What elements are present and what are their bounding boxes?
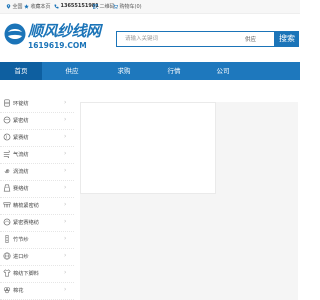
category-item[interactable]: 竹节纱 › xyxy=(0,231,74,249)
category-item[interactable]: 紧密纺 › xyxy=(0,112,74,130)
category-label: 精梳紧密纺 xyxy=(13,203,39,209)
yarn-cone-icon xyxy=(3,184,11,192)
category-item[interactable]: 气流纺 › xyxy=(0,146,74,164)
category-label: 棉花 xyxy=(13,288,24,294)
category-item[interactable]: 紧密赛络纺 › xyxy=(0,214,74,232)
top-bar: 全国 收藏本页 13655151981 二维码 购物车(0) xyxy=(0,0,300,14)
cart-link[interactable]: 购物车(0) xyxy=(113,3,142,10)
qrcode-link[interactable]: 二维码 xyxy=(93,3,115,10)
location-label: 全国 xyxy=(12,4,23,10)
comb-icon xyxy=(3,201,11,209)
chevron-right-icon: › xyxy=(64,201,67,208)
vortex-icon xyxy=(3,167,11,175)
category-label: 气流纺 xyxy=(13,152,29,158)
star-icon xyxy=(24,4,29,9)
search-input[interactable] xyxy=(117,32,225,46)
category-label: 竹节纱 xyxy=(13,237,29,243)
nav-purchase[interactable]: 求购 xyxy=(104,62,144,80)
banner-area xyxy=(80,102,216,194)
globe-icon xyxy=(3,252,11,260)
bookmark-link[interactable]: 收藏本页 xyxy=(24,3,51,10)
category-label: 棉纺下脚料 xyxy=(13,271,39,277)
qrcode-icon xyxy=(93,4,98,9)
category-label: 紧赛纺 xyxy=(13,135,29,141)
category-item[interactable]: 紧赛纺 › xyxy=(0,129,74,147)
airflow-icon xyxy=(3,150,11,158)
chevron-right-icon: › xyxy=(64,235,67,242)
yarn-ball-icon xyxy=(3,218,11,226)
bamboo-icon xyxy=(3,235,11,243)
yarn-ball-icon xyxy=(3,133,11,141)
chevron-right-icon: › xyxy=(64,286,67,293)
chevron-right-icon: › xyxy=(64,218,67,225)
location-icon xyxy=(6,4,11,9)
nav-home[interactable]: 首页 xyxy=(0,62,42,80)
category-sidebar: 环锭纺 › 紧密纺 › 紧赛纺 › 气流纺 › 涡流纺 › 赛络纺 › 精梳紧密… xyxy=(0,95,74,300)
chevron-right-icon: › xyxy=(64,99,67,106)
search-button[interactable]: 搜索 xyxy=(275,31,299,47)
category-item[interactable]: 赛络纺 › xyxy=(0,180,74,198)
chevron-right-icon: › xyxy=(64,150,67,157)
shirt-icon xyxy=(3,269,11,277)
main-content xyxy=(80,102,298,300)
nav-company[interactable]: 公司 xyxy=(203,62,243,80)
nav-supply[interactable]: 供应 xyxy=(52,62,92,80)
chevron-right-icon: › xyxy=(64,116,67,123)
location-link[interactable]: 全国 xyxy=(6,3,23,10)
site-logo[interactable]: 顺风纱线网 1619619.COM xyxy=(4,19,104,55)
category-item[interactable]: 棉纺下脚料 › xyxy=(0,265,74,283)
logo-swirl-icon xyxy=(4,23,26,45)
category-label: 进口纱 xyxy=(13,254,29,260)
cotton-flower-icon xyxy=(3,286,11,294)
category-item[interactable]: 棉花 › xyxy=(0,282,74,300)
category-label: 紧密纺 xyxy=(13,118,29,124)
yarn-ball-icon xyxy=(3,116,11,124)
logo-text: 顺风纱线网 xyxy=(28,22,101,40)
category-label: 紧密赛络纺 xyxy=(13,220,39,226)
chevron-right-icon: › xyxy=(64,252,67,259)
category-item[interactable]: 精梳紧密纺 › xyxy=(0,197,74,215)
main-nav: 首页 供应 求购 行情 公司 xyxy=(0,62,300,80)
category-label: 环锭纺 xyxy=(13,101,29,107)
bookmark-label: 收藏本页 xyxy=(30,4,51,10)
chevron-right-icon: › xyxy=(64,184,67,191)
nav-market[interactable]: 行情 xyxy=(154,62,194,80)
category-label: 赛络纺 xyxy=(13,186,29,192)
chevron-right-icon: › xyxy=(64,269,67,276)
search-type-selector[interactable]: 供应 xyxy=(245,35,256,43)
category-item[interactable]: 进口纱 › xyxy=(0,248,74,266)
category-label: 涡流纺 xyxy=(13,169,29,175)
chevron-right-icon: › xyxy=(64,133,67,140)
cart-icon xyxy=(113,4,118,9)
cart-label: 购物车(0) xyxy=(119,4,142,10)
category-item[interactable]: 环锭纺 › xyxy=(0,95,74,113)
chevron-right-icon: › xyxy=(64,167,67,174)
search-box: 供应 xyxy=(116,31,275,47)
logo-domain: 1619619.COM xyxy=(28,41,87,50)
header: 顺风纱线网 1619619.COM 供应 搜索 xyxy=(0,14,300,60)
yarn-spool-icon xyxy=(3,99,11,107)
phone-icon xyxy=(54,4,59,9)
category-item[interactable]: 涡流纺 › xyxy=(0,163,74,181)
